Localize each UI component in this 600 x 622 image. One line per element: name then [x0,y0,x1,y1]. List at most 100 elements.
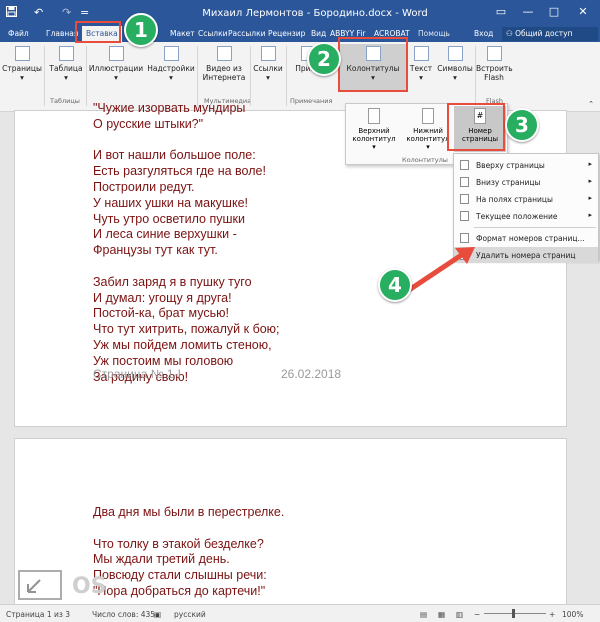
menu-item-label: На полях страницы [476,195,553,204]
highlight-page-number [447,103,505,151]
zoom-level[interactable]: 100% [562,610,583,619]
customize-quick-access-icon[interactable]: = [80,6,89,19]
status-page[interactable]: Страница 1 из 3 [6,610,70,619]
tab-view[interactable]: Вид [311,29,326,38]
divider [286,46,287,106]
ribbon-display-icon[interactable]: ▭ [490,3,512,21]
collapse-ribbon-icon[interactable]: ⌃ [588,100,594,108]
word-window: ↶ ↷ = Михаил Лермонтов - Бородино.docx -… [0,0,600,622]
addins-button[interactable]: Надстройки ▾ [146,44,196,82]
poem-line[interactable]: И леса синие верхушки - [93,227,237,241]
header-label: Верхний колонтитул [352,127,396,143]
zoom-out-button[interactable]: − [474,610,480,619]
illustrations-button[interactable]: Иллюстрации ▾ [88,44,144,82]
redo-icon[interactable]: ↷ [62,6,71,19]
menu-item-label: Текущее положение [476,212,558,221]
arrow-to-remove-icon [406,247,475,293]
callout-badge-2: 2 [307,42,341,76]
page-footer-label[interactable]: Страница № 1-I [93,367,181,381]
poem-line[interactable]: Уж мы пойдем ломить стеною, [93,338,272,352]
minimize-button[interactable]: — [517,3,539,21]
menu-item[interactable]: На полях страницы ▸ [454,191,598,207]
poem-line[interactable]: У наших ушки на макушке! [93,196,248,210]
proofing-icon[interactable]: ▣ [154,610,161,619]
poem-line[interactable]: О русские штыки?" [93,117,203,131]
zoom-slider-thumb[interactable] [512,609,515,618]
flash-icon [486,46,502,61]
page-footer-date[interactable]: 26.02.2018 [281,367,341,381]
print-layout-icon[interactable]: ▦ [438,610,445,619]
table-icon [58,46,74,61]
tab-review[interactable]: Рецензир [268,29,305,38]
watermark-logo-icon [18,570,62,600]
poem-line[interactable]: "Пора добраться до картечи!" [93,584,265,598]
footer-icon [422,108,434,124]
poem-line[interactable]: "Чужие изорвать мундиры [93,101,245,115]
table-button[interactable]: Таблица ▾ [46,44,86,82]
poem-line[interactable]: Мы ждали третий день. [93,552,230,566]
embed-flash-button[interactable]: Встроить Flash [476,44,513,82]
menu-divider [474,227,596,228]
tab-help[interactable]: Помощь [418,29,450,38]
share-button[interactable]: ⚇ Общий доступ [502,27,598,41]
submenu-arrow-icon: ▸ [588,160,592,168]
status-words[interactable]: Число слов: 435 [92,610,155,619]
watermark-text: OS [72,574,107,599]
symbols-label: Символы [437,64,473,73]
share-label: Общий доступ [515,29,573,38]
zoom-in-button[interactable]: + [549,610,555,619]
poem-line[interactable]: И думал: угощу я друга! [93,291,232,305]
tab-design[interactable]: Макет [170,29,195,38]
maximize-button[interactable]: □ [543,3,565,21]
menu-item[interactable]: Текущее положение ▸ [454,208,598,224]
text-button[interactable]: Текст ▾ [406,44,436,82]
links-button[interactable]: Ссылки ▾ [252,44,284,82]
poem-line[interactable]: Построили редут. [93,180,195,194]
highlight-insert-tab [75,21,121,43]
person-icon: ⚇ [506,29,516,38]
table-label: Таблица [49,64,83,73]
callout-badge-1: 1 [124,13,158,47]
callout-badge-3: 3 [505,108,539,142]
poem-line[interactable]: Повсюду стали слышны речи: [93,568,267,582]
tab-login[interactable]: Вход [474,29,493,38]
read-mode-icon[interactable]: ▤ [420,610,427,619]
poem-line[interactable]: Есть разгуляться где на воле! [93,164,266,178]
page-position-icon [460,211,469,221]
divider [250,46,251,106]
poem-line[interactable]: Два дня мы были в перестрелке. [93,505,284,519]
pages-label: Страницы [2,64,42,73]
close-button[interactable]: ✕ [572,3,594,21]
poem-line[interactable]: Что тут хитрить, пожалуй к бою; [93,322,280,336]
poem-line[interactable]: Французы тут как тут. [93,243,218,257]
pages-button[interactable]: Страницы ▾ [2,44,42,82]
tab-mailings[interactable]: Рассылки [228,29,266,38]
tab-home[interactable]: Главная [46,29,78,38]
tab-file[interactable]: Файл [8,29,29,38]
undo-icon[interactable]: ↶ [34,6,43,19]
header-icon [368,108,380,124]
menu-item[interactable]: Вверху страницы ▸ [454,157,598,173]
poem-line[interactable]: Уж постоим мы головою [93,354,233,368]
omega-icon [447,46,463,61]
poem-line[interactable]: Что толку в этакой безделке? [93,537,264,551]
menu-item-label: Внизу страницы [476,178,541,187]
divider [86,46,87,106]
web-layout-icon[interactable]: ▥ [456,610,463,619]
text-icon [413,46,429,61]
zoom-slider[interactable] [484,613,546,614]
poem-line[interactable]: Чуть утро осветило пушки [93,212,245,226]
symbols-button[interactable]: Символы ▾ [436,44,474,82]
poem-line[interactable]: Постой-ка, брат мусью! [93,306,229,320]
poem-line[interactable]: И вот нашли большое поле: [93,148,256,162]
save-icon[interactable] [6,6,17,20]
status-language[interactable]: русский [174,610,206,619]
header-button[interactable]: Верхний колонтитул ▾ [348,108,400,151]
video-label: Видео из Интернета [202,64,246,82]
tab-links[interactable]: Ссылки [198,29,227,38]
poem-line[interactable]: Забил заряд я в пушку туго [93,275,252,289]
menu-item[interactable]: Внизу страницы ▸ [454,174,598,190]
video-button[interactable]: Видео из Интернета [199,44,249,82]
submenu-arrow-icon: ▸ [588,194,592,202]
illustrations-icon [108,46,124,61]
